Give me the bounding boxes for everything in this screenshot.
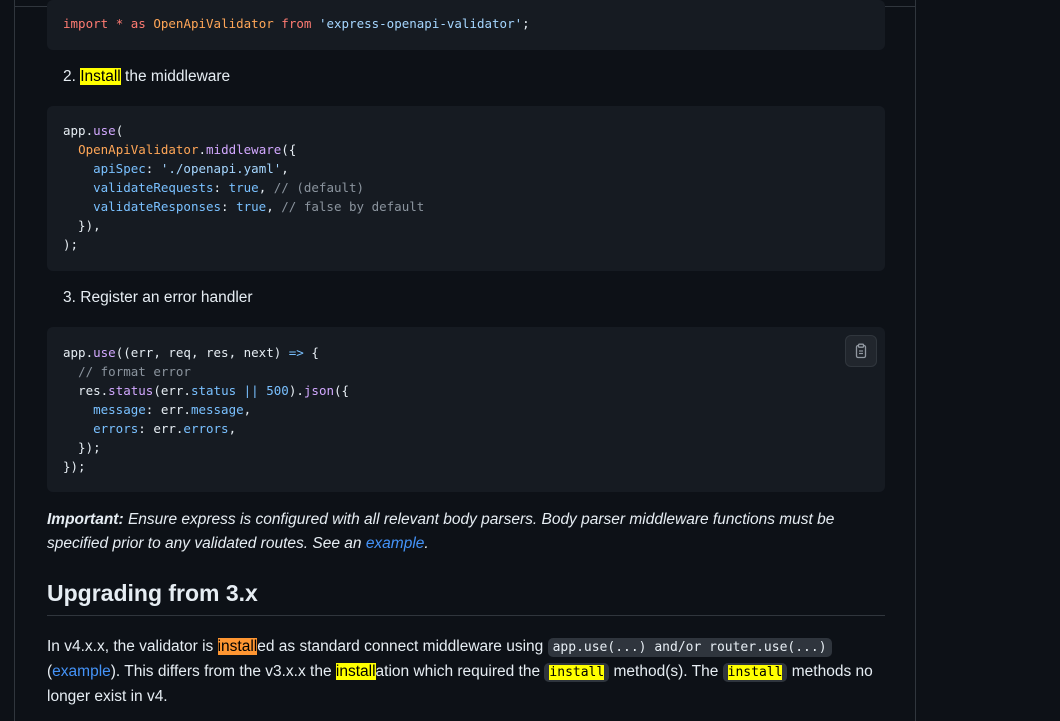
code-token: * (115, 16, 124, 31)
readme-panel: import * as OpenApiValidator from 'expre… (14, 0, 916, 721)
code-token: true (228, 180, 259, 195)
important-text: Ensure express is configured with all re… (47, 511, 835, 552)
code-token: OpenApiValidator (78, 142, 199, 157)
code-token: middleware (206, 142, 282, 157)
text-run: In v4.x.x, the validator is (47, 638, 218, 655)
code-line: app.use((err, req, res, next) => { (63, 343, 869, 362)
code-token: json (303, 383, 334, 398)
code-token: 'express-openapi-validator' (318, 16, 523, 31)
code-token: validateResponses (93, 199, 222, 214)
step-text: Register an error handler (80, 289, 253, 306)
code-line: // format error (63, 362, 869, 381)
code-comment: // (default) (273, 180, 365, 195)
code-token: : err. (138, 421, 184, 436)
code-token: ({ (281, 142, 297, 157)
code-token: app (63, 123, 86, 138)
section-heading: Upgrading from 3.x (47, 580, 885, 616)
code-line: import * as OpenApiValidator from 'expre… (63, 14, 869, 33)
copy-button[interactable] (845, 335, 877, 367)
code-line: OpenApiValidator.middleware({ (78, 142, 297, 157)
search-highlight: install (549, 665, 605, 680)
code-token: './openapi.yaml' (160, 161, 282, 176)
example-link[interactable]: example (52, 663, 111, 680)
code-token: import (63, 16, 109, 31)
text-run: ation which required the (375, 663, 545, 680)
import-code-block: import * as OpenApiValidator from 'expre… (47, 0, 885, 50)
code-token: validateRequests (93, 180, 214, 195)
code-token: ). (288, 383, 304, 398)
search-highlight: install (727, 665, 783, 680)
code-token: 500 (266, 383, 289, 398)
code-comment: // false by default (281, 199, 425, 214)
code-token: , (243, 402, 252, 417)
code-token: || (243, 383, 259, 398)
code-line: message: err.message, (63, 400, 869, 419)
code-token: { (303, 345, 319, 360)
code-token: res. (78, 383, 109, 398)
code-token: : err. (145, 402, 191, 417)
code-token: , (228, 421, 237, 436)
inline-code: install (722, 663, 788, 682)
code-token: use (93, 123, 116, 138)
code-line: validateRequests: true, // (default) (93, 180, 365, 195)
code-token: => (288, 345, 304, 360)
text-run: ed as standard connect middleware using (257, 638, 548, 655)
inline-code: app.use(...) and/or router.use(...) (547, 638, 832, 657)
code-line: apiSpec: './openapi.yaml', (93, 161, 289, 176)
inline-code: install (544, 663, 610, 682)
code-token: message (93, 402, 146, 417)
code-token: OpenApiValidator (153, 16, 274, 31)
code-line: app.use( (63, 123, 124, 138)
code-token: ((err, req, res, next) (115, 345, 289, 360)
code-line: ); (63, 237, 79, 252)
code-token: use (93, 345, 116, 360)
code-token: from (281, 16, 312, 31)
code-token: status (190, 383, 237, 398)
current-search-highlight: install (217, 638, 258, 655)
code-token: true (236, 199, 267, 214)
step-text: the middleware (120, 68, 231, 85)
error-handler-code-block: app.use((err, req, res, next) => { // fo… (47, 327, 885, 492)
upgrade-paragraph: In v4.x.x, the validator is installed as… (47, 635, 887, 709)
code-token: ({ (334, 383, 350, 398)
code-line: }), (63, 218, 101, 233)
code-token: apiSpec (93, 161, 146, 176)
important-note: Important: Ensure express is configured … (47, 508, 887, 556)
code-token: app. (63, 345, 94, 360)
step-number: 3. (63, 289, 76, 306)
step-number: 2. (63, 68, 76, 85)
search-highlight: Install (80, 68, 121, 85)
code-token: ( (115, 123, 124, 138)
step-2-heading: 2. Install the middleware (63, 68, 230, 86)
code-token: status (108, 383, 154, 398)
code-token: ; (522, 16, 530, 31)
text-run: method(s). The (609, 663, 723, 680)
code-line: res.status(err.status || 500).json({ (63, 381, 869, 400)
code-token: errors (183, 421, 229, 436)
important-label: Important: (47, 511, 124, 528)
code-line: }); (63, 440, 101, 455)
code-token: errors (93, 421, 139, 436)
important-end: . (424, 535, 429, 552)
code-line: validateResponses: true, // false by def… (93, 199, 425, 214)
search-highlight: install (335, 663, 376, 680)
clipboard-icon (855, 343, 867, 359)
code-token: (err. (153, 383, 191, 398)
code-line: errors: err.errors, (63, 419, 869, 438)
code-token: message (190, 402, 244, 417)
code-token: as (130, 16, 146, 31)
middleware-code-block: app.use( OpenApiValidator.middleware({ a… (47, 106, 885, 271)
example-link[interactable]: example (366, 535, 425, 552)
step-3-heading: 3. Register an error handler (63, 289, 253, 307)
code-comment: // format error (78, 364, 191, 379)
code-line: }); (63, 459, 86, 474)
text-run: ). This differs from the v3.x.x the (110, 663, 336, 680)
